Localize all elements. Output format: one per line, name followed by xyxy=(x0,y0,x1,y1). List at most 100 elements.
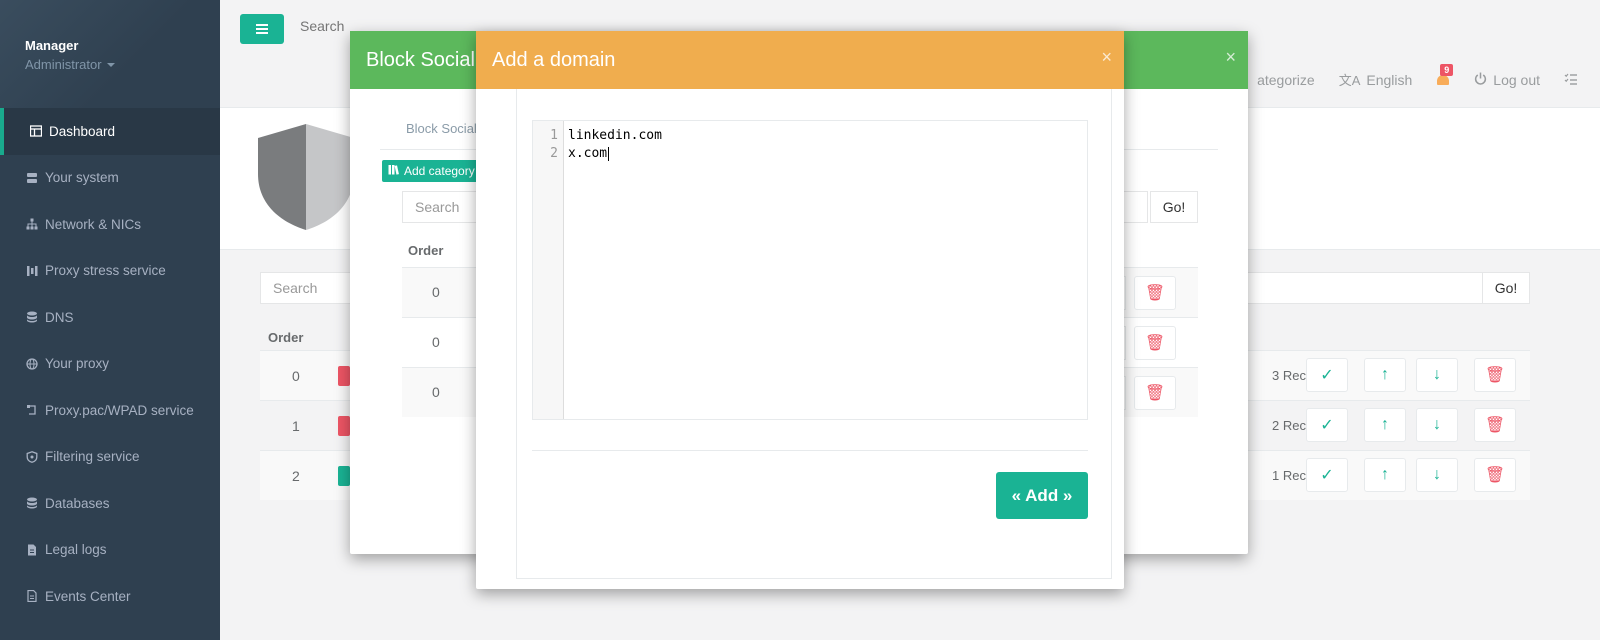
footer-divider xyxy=(532,450,1088,451)
row-order: 0 xyxy=(292,367,300,384)
user-role-label: Administrator xyxy=(25,57,102,72)
rules-go-button[interactable]: Go! xyxy=(1482,272,1530,304)
database-icon xyxy=(26,311,38,323)
sidebar-item-label: Dashboard xyxy=(49,123,116,139)
row-order: 2 xyxy=(292,467,300,484)
sidebar-item-events-center[interactable]: Events Center xyxy=(0,573,220,620)
categorize-label: ategorize xyxy=(1257,71,1315,88)
move-up-button[interactable]: ↑ xyxy=(1364,358,1406,392)
file-icon xyxy=(26,544,38,556)
menu-toggle-button[interactable] xyxy=(240,14,284,44)
notifications-button[interactable]: 9 xyxy=(1436,63,1454,88)
enable-button[interactable]: ✓ xyxy=(1306,358,1348,392)
status-badge xyxy=(338,465,350,486)
delete-button[interactable]: 🗑 xyxy=(1474,458,1516,492)
text-cursor xyxy=(608,146,610,161)
logout-link[interactable]: Log out xyxy=(1474,72,1540,88)
sidebar-nav: Dashboard Your system Network & NICs Pro… xyxy=(0,108,220,620)
sidebar-item-databases[interactable]: Databases xyxy=(0,480,220,527)
databases-icon xyxy=(26,497,38,509)
delete-button[interactable]: 🗑 xyxy=(1474,358,1516,392)
enable-button[interactable]: ✓ xyxy=(1306,458,1348,492)
delete-button[interactable]: 🗑 xyxy=(1134,276,1176,310)
user-role-dropdown[interactable]: Administrator xyxy=(25,57,220,72)
trash-icon: 🗑 xyxy=(1484,367,1506,384)
add-domain-modal-title: Add a domain xyxy=(492,48,616,71)
sidebar-item-label: Events Center xyxy=(45,588,131,604)
row-order: 0 xyxy=(432,284,440,300)
sidebar: Manager Administrator Dashboard Your sys… xyxy=(0,0,220,640)
globe-icon xyxy=(26,358,38,370)
categorize-link[interactable]: ategorize xyxy=(1257,72,1315,88)
shield-icon xyxy=(26,450,38,463)
move-down-button[interactable]: ↓ xyxy=(1416,458,1458,492)
status-badge xyxy=(338,415,350,436)
arrow-up-icon: ↑ xyxy=(1381,466,1389,483)
notification-count-badge: 9 xyxy=(1440,63,1454,76)
top-right-links: ategorize 文A English 9 Log out xyxy=(1257,63,1578,89)
add-domain-close-button[interactable]: × xyxy=(1101,47,1112,68)
sidebar-item-label: DNS xyxy=(45,309,74,325)
trash-icon: 🗑 xyxy=(1144,335,1166,352)
sidebar-item-network[interactable]: Network & NICs xyxy=(0,201,220,248)
line-number: 2 xyxy=(550,146,558,161)
sidebar-item-your-system[interactable]: Your system xyxy=(0,155,220,202)
category-go-button[interactable]: Go! xyxy=(1150,191,1198,223)
user-name: Manager xyxy=(25,38,79,53)
line-number: 1 xyxy=(550,128,558,143)
caret-down-icon xyxy=(106,62,115,67)
sidebar-item-proxy-stress[interactable]: Proxy stress service xyxy=(0,248,220,295)
move-down-button[interactable]: ↓ xyxy=(1416,408,1458,442)
sidebar-item-legal-logs[interactable]: Legal logs xyxy=(0,527,220,574)
delete-button[interactable]: 🗑 xyxy=(1134,326,1176,360)
delete-button[interactable]: 🗑 xyxy=(1474,408,1516,442)
trash-icon: 🗑 xyxy=(1484,467,1506,484)
translate-icon: 文A xyxy=(1338,73,1361,88)
move-up-button[interactable]: ↑ xyxy=(1364,408,1406,442)
arrow-up-icon: ↑ xyxy=(1381,416,1389,433)
delete-button[interactable]: 🗑 xyxy=(1134,376,1176,410)
editor-line-text: linkedin.com xyxy=(568,128,662,143)
tab-block-social[interactable]: Block Social xyxy=(406,121,477,136)
arrow-down-icon: ↓ xyxy=(1433,366,1441,383)
sidebar-item-proxy-pac[interactable]: Proxy.pac/WPAD service xyxy=(0,387,220,434)
order-column-header: Order xyxy=(268,330,304,345)
power-icon xyxy=(1474,72,1487,88)
editor-content[interactable]: linkedin.com x.com xyxy=(564,121,662,419)
rule-modal-close-button[interactable]: × xyxy=(1225,47,1236,68)
sidebar-item-your-proxy[interactable]: Your proxy xyxy=(0,341,220,388)
arrow-down-icon: ↓ xyxy=(1433,466,1441,483)
sidebar-item-label: Your proxy xyxy=(45,356,110,372)
sidebar-item-dns[interactable]: DNS xyxy=(0,294,220,341)
row-order: 0 xyxy=(432,384,440,400)
trash-icon: 🗑 xyxy=(1144,385,1166,402)
add-domain-button[interactable]: « Add » xyxy=(996,472,1088,519)
bell-icon xyxy=(1437,74,1450,85)
add-category-label: Add category xyxy=(404,164,475,178)
profile-block: Manager Administrator xyxy=(0,0,220,108)
sitemap-icon xyxy=(26,218,38,230)
tasks-button[interactable] xyxy=(1564,72,1578,88)
server-icon xyxy=(26,172,38,184)
sidebar-item-label: Proxy.pac/WPAD service xyxy=(45,402,194,418)
domain-code-editor[interactable]: 1 2 linkedin.com x.com xyxy=(532,120,1088,420)
move-down-button[interactable]: ↓ xyxy=(1416,358,1458,392)
editor-line-text: x.com xyxy=(568,146,608,161)
file-text-icon xyxy=(26,590,38,603)
editor-line: x.com xyxy=(568,145,662,163)
language-selector[interactable]: 文A English xyxy=(1339,70,1413,89)
arrow-down-icon: ↓ xyxy=(1433,416,1441,433)
move-up-button[interactable]: ↑ xyxy=(1364,458,1406,492)
check-icon: ✓ xyxy=(1320,467,1334,484)
sidebar-item-filtering[interactable]: Filtering service xyxy=(0,434,220,481)
sidebar-item-label: Your system xyxy=(45,170,119,186)
scroll-icon xyxy=(26,404,38,416)
books-icon xyxy=(388,164,400,178)
sidebar-item-label: Filtering service xyxy=(45,449,140,465)
add-domain-modal: Add a domain × 1 2 linkedin.com x.com « … xyxy=(476,31,1124,589)
sidebar-item-dashboard[interactable]: Dashboard xyxy=(0,108,220,155)
add-category-button[interactable]: Add category xyxy=(382,160,481,182)
add-domain-modal-header: Add a domain × xyxy=(476,31,1124,89)
hamburger-icon xyxy=(256,24,268,34)
enable-button[interactable]: ✓ xyxy=(1306,408,1348,442)
